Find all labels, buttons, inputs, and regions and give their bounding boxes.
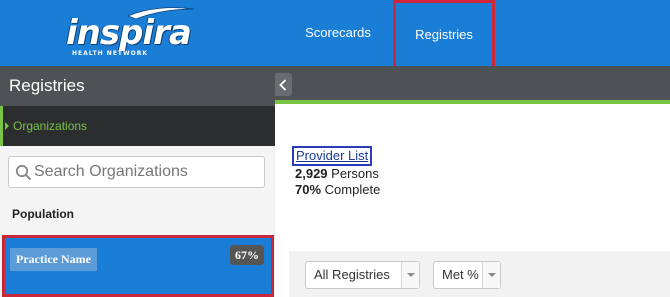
registry-summary: Provider List 2,929 Persons 70% Complete bbox=[292, 146, 380, 198]
complete-unit: Complete bbox=[324, 182, 381, 197]
registries-dropdown-value: All Registries bbox=[314, 267, 390, 282]
complete-percent: 70% Complete bbox=[292, 182, 380, 198]
sidebar-item-organizations[interactable]: Organizations bbox=[0, 106, 275, 146]
inspira-logo: inspira HEALTH NETWORK bbox=[62, 4, 212, 60]
nav-tab-scorecards[interactable]: Scorecards bbox=[290, 0, 386, 66]
sidebar: Registries Organizations Population Prac… bbox=[0, 66, 275, 297]
filter-bar: All Registries Met % bbox=[289, 251, 670, 297]
nav-tab-registries[interactable]: Registries bbox=[393, 0, 495, 69]
chevron-down-icon[interactable] bbox=[401, 262, 419, 288]
practice-list-item[interactable]: Practice Name 67% bbox=[2, 235, 274, 297]
provider-list-link[interactable]: Provider List bbox=[292, 146, 373, 166]
search-input[interactable] bbox=[34, 159, 259, 185]
search-icon bbox=[15, 164, 32, 181]
sort-metric-dropdown-value: Met % bbox=[442, 267, 479, 282]
main-toolbar bbox=[275, 66, 670, 104]
search-box[interactable] bbox=[8, 156, 265, 188]
logo-wordmark: inspira bbox=[66, 13, 192, 53]
top-header: inspira HEALTH NETWORK Scorecards Regist… bbox=[0, 0, 670, 69]
persons-unit: Persons bbox=[331, 166, 379, 181]
persons-value: 2,929 bbox=[295, 166, 328, 181]
sort-metric-dropdown[interactable]: Met % bbox=[433, 261, 501, 289]
population-label: Population bbox=[12, 207, 74, 221]
practice-name: Practice Name bbox=[10, 248, 97, 271]
sidebar-title: Registries bbox=[0, 66, 275, 106]
percent-badge: 67% bbox=[230, 245, 264, 265]
logo-tagline: HEALTH NETWORK bbox=[72, 50, 148, 57]
complete-value: 70% bbox=[295, 182, 322, 197]
persons-count: 2,929 Persons bbox=[292, 166, 380, 182]
chevron-left-icon bbox=[279, 79, 287, 91]
chevron-down-icon[interactable] bbox=[482, 262, 500, 288]
registries-dropdown[interactable]: All Registries bbox=[305, 261, 420, 289]
collapse-sidebar-button[interactable] bbox=[275, 73, 292, 96]
logo-area[interactable]: inspira HEALTH NETWORK bbox=[0, 0, 275, 66]
